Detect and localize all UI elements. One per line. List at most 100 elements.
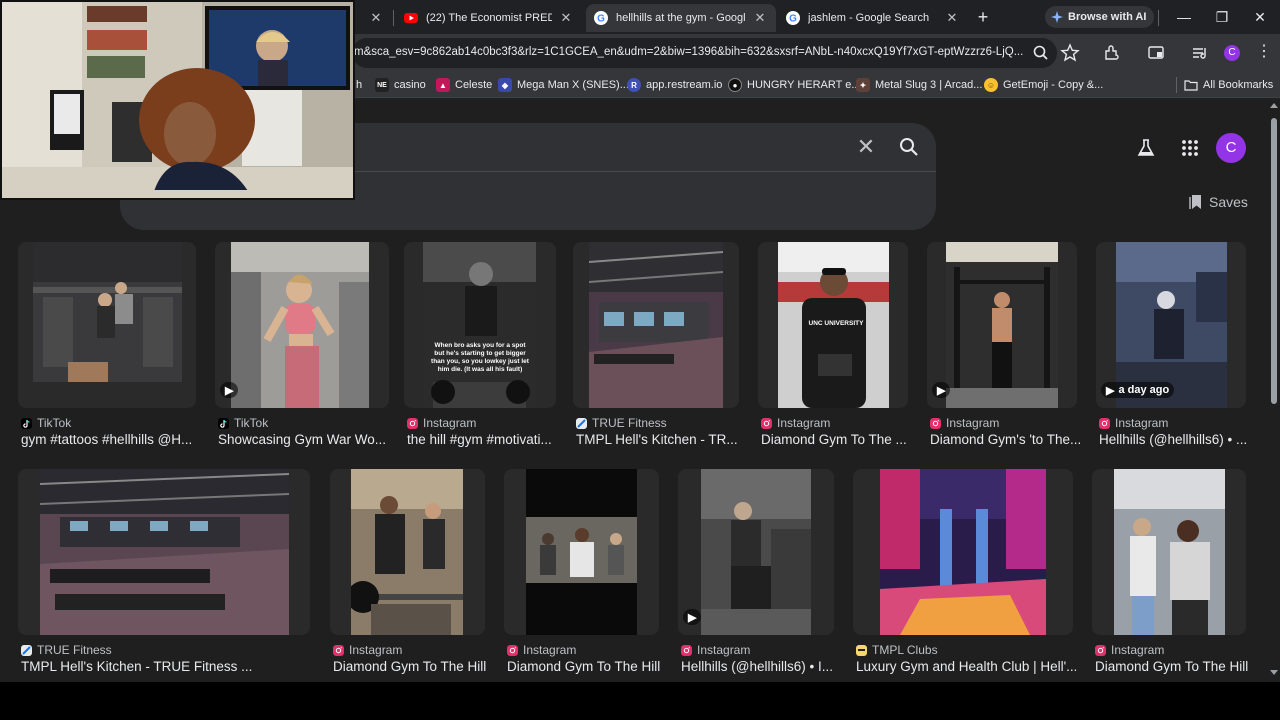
result-source: TRUE Fitness — [576, 416, 667, 430]
result-source-label: TRUE Fitness — [592, 416, 667, 430]
extensions-icon[interactable] — [1102, 43, 1122, 63]
google-apps-icon[interactable] — [1180, 138, 1200, 158]
page-scrollbar[interactable] — [1268, 100, 1280, 682]
result-source-label: TRUE Fitness — [37, 643, 112, 657]
instagram-icon — [333, 644, 344, 656]
thumbnail-frame[interactable] — [853, 469, 1073, 635]
thumbnail-frame[interactable] — [330, 469, 485, 635]
scroll-thumb[interactable] — [1271, 118, 1277, 404]
thumbnail-frame[interactable]: ▶ — [215, 242, 389, 408]
thumbnail-frame[interactable] — [1092, 469, 1246, 635]
bookmark-item[interactable]: h — [356, 76, 362, 94]
result-source: Instagram — [1095, 643, 1164, 657]
media-controls-icon[interactable] — [1190, 43, 1210, 63]
video-badge: ▶ — [932, 382, 951, 398]
thumbnail-frame[interactable]: ▶ — [927, 242, 1077, 408]
instagram-icon — [407, 417, 418, 429]
folder-icon — [1184, 80, 1198, 91]
ne-icon: NE — [375, 78, 389, 92]
result-caption[interactable]: gym #tattoos #hellhills @H... — [21, 432, 199, 447]
tab-partial[interactable]: ✕ — [350, 4, 392, 32]
google-account-avatar[interactable]: C — [1216, 133, 1246, 163]
tab-youtube[interactable]: (22) The Economist PREDIJO T ✕ — [396, 4, 582, 32]
labs-flask-icon[interactable] — [1136, 138, 1156, 158]
thumbnail-frame[interactable] — [18, 469, 310, 635]
seated-lifter-thumbnail — [701, 469, 811, 635]
zoom-icon[interactable] — [1031, 43, 1051, 63]
result-source-label: Instagram — [946, 416, 1000, 430]
spot-meme-thumbnail — [423, 242, 536, 408]
emoji-icon: ☺ — [984, 78, 998, 92]
true-fitness-icon — [576, 417, 587, 429]
bookmark-label: app.restream.io — [646, 79, 723, 91]
tab-close-icon[interactable]: ✕ — [558, 10, 574, 26]
result-caption[interactable]: Diamond Gym's 'to The... — [930, 432, 1080, 447]
result-caption[interactable]: Luxury Gym and Health Club | Hell'... — [856, 659, 1076, 674]
bookmark-item[interactable]: ▲ Celeste — [436, 76, 492, 94]
browse-with-ai-button[interactable]: Browse with AI — [1045, 6, 1155, 28]
bookmark-label: Mega Man X (SNES)... — [517, 79, 629, 91]
webcam-overlay — [0, 0, 355, 200]
result-caption[interactable]: the hill #gym #motivati... — [407, 432, 559, 447]
result-caption[interactable]: Diamond Gym To The Hill — [1095, 659, 1249, 674]
new-tab-button[interactable]: + — [973, 7, 993, 27]
saves-button[interactable]: Saves — [1189, 193, 1248, 211]
tab-close-icon[interactable]: ✕ — [752, 10, 768, 26]
clear-search-icon[interactable]: ✕ — [855, 136, 877, 158]
result-source: Instagram — [681, 643, 750, 657]
result-caption[interactable]: TMPL Hell's Kitchen - TRUE Fitness ... — [21, 659, 313, 674]
thumbnail-frame[interactable]: ▶ — [678, 469, 834, 635]
bookmark-label: HUNGRY HERART e... — [747, 79, 861, 91]
posted-time-label: a day ago — [1118, 384, 1170, 396]
svg-text:G: G — [597, 14, 605, 25]
bookmark-item[interactable]: ✦ Metal Slug 3 | Arcad... — [856, 76, 982, 94]
tab-close-icon[interactable]: ✕ — [944, 10, 960, 26]
result-caption[interactable]: Hellhills (@hellhills6) • ... — [1099, 432, 1249, 447]
thumbnail-frame[interactable] — [504, 469, 659, 635]
tab-active-hellhills[interactable]: G hellhills at the gym - Google S ✕ — [586, 4, 776, 32]
bookmark-item[interactable]: ◆ Mega Man X (SNES)... — [498, 76, 629, 94]
maximize-icon[interactable]: ❐ — [1210, 6, 1234, 28]
tab-close-icon[interactable]: ✕ — [368, 10, 384, 26]
bookmark-item[interactable]: ☺ GetEmoji - Copy &... — [984, 76, 1103, 94]
result-caption[interactable]: Diamond Gym To The Hill — [333, 659, 488, 674]
meme-caption: When bro asks you for a spot but he's st… — [431, 342, 529, 373]
all-bookmarks-button[interactable]: All Bookmarks — [1184, 76, 1273, 94]
instagram-icon — [761, 417, 772, 429]
tmpl-treadmills-thumbnail — [40, 469, 289, 635]
thumbnail-frame[interactable] — [573, 242, 739, 408]
result-caption[interactable]: TMPL Hell's Kitchen - TR... — [576, 432, 742, 447]
kebab-menu-icon[interactable]: ⋮ — [1256, 43, 1272, 63]
address-bar[interactable]: m&sca_esv=9c862ab14c0bc3f3&rlz=1C1GCEA_e… — [352, 38, 1057, 68]
result-source-label: Instagram — [777, 416, 831, 430]
search-icon[interactable] — [898, 136, 920, 158]
bookmark-item[interactable]: R app.restream.io — [627, 76, 722, 94]
result-caption[interactable]: Hellhills (@hellhills6) • I... — [681, 659, 837, 674]
close-window-icon[interactable]: ✕ — [1248, 6, 1272, 28]
url-text[interactable]: m&sca_esv=9c862ab14c0bc3f3&rlz=1C1GCEA_e… — [354, 46, 1024, 58]
tab-jashlem[interactable]: G jashlem - Google Search ✕ — [778, 4, 968, 32]
webcam-feed — [2, 2, 353, 198]
result-caption[interactable]: Showcasing Gym War Wo... — [218, 432, 392, 447]
result-source-label: Instagram — [1115, 416, 1169, 430]
svg-text:G: G — [789, 14, 797, 25]
result-caption[interactable]: Diamond Gym To The Hill — [507, 659, 662, 674]
scroll-down-arrow[interactable] — [1270, 670, 1278, 675]
bookmark-item[interactable]: ● HUNGRY HERART e... — [728, 76, 861, 94]
bookmark-star-icon[interactable] — [1060, 43, 1080, 63]
scroll-up-arrow[interactable] — [1270, 103, 1278, 108]
thumbnail-frame[interactable]: When bro asks you for a spot but he's st… — [404, 242, 556, 408]
tiktok-icon — [218, 417, 229, 429]
thumbnail-frame[interactable]: UNC UNIVERSITY — [758, 242, 908, 408]
video-badge: ▶ — [220, 382, 239, 398]
result-caption[interactable]: Diamond Gym To The ... — [761, 432, 911, 447]
cast-icon[interactable] — [1146, 43, 1166, 63]
browser-profile-avatar[interactable]: C — [1224, 45, 1240, 61]
minimize-icon[interactable]: — — [1172, 6, 1196, 28]
instagram-icon — [681, 644, 692, 656]
tab-title: hellhills at the gym - Google S — [616, 12, 746, 24]
thumbnail-frame[interactable] — [18, 242, 196, 408]
bookmark-item[interactable]: NE casino — [375, 76, 426, 94]
thumbnail-frame[interactable]: ▶ a day ago — [1096, 242, 1246, 408]
result-source-label: Instagram — [349, 643, 403, 657]
